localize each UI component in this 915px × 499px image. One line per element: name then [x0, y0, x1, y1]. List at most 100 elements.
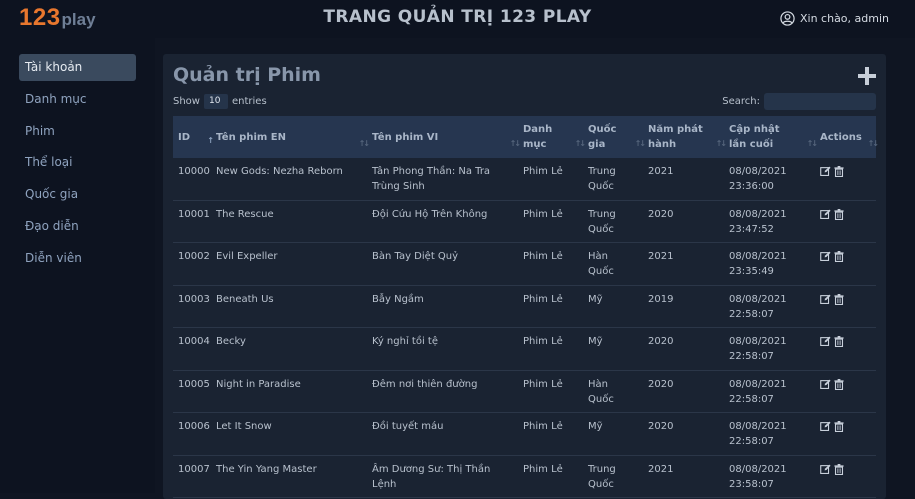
- cell-id: 10005: [178, 378, 210, 390]
- cell-updated: 08/08/2021 22:58:07: [729, 293, 787, 320]
- edit-icon[interactable]: [820, 336, 831, 347]
- cell-updated: 08/08/2021 23:47:52: [729, 208, 787, 235]
- sidebar-item-accounts[interactable]: Tài khoản: [19, 54, 136, 81]
- movies-table: ID ↑ Tên phim EN ↑↓ Tên phim VI ↑↓ Danh mục…: [173, 116, 879, 498]
- page-title: Quản trị Phim: [173, 64, 321, 86]
- sidebar-item-directors[interactable]: Đạo diễn: [19, 213, 136, 240]
- user-menu[interactable]: Xin chào, admin: [780, 11, 889, 26]
- col-header-name-vi[interactable]: Tên phim VI ↑↓: [367, 116, 523, 158]
- cell-country: Hàn Quốc: [588, 251, 614, 277]
- sidebar-item-movies[interactable]: Phim: [19, 118, 136, 145]
- cell-name-vi: Bẫy Ngầm: [372, 293, 424, 305]
- cell-year: 2020: [648, 336, 674, 347]
- cell-year: 2019: [648, 293, 674, 305]
- cell-country: Mỹ: [588, 293, 603, 305]
- page-heading: TRANG QUẢN TRỊ 123 PLAY: [323, 7, 592, 27]
- trash-icon[interactable]: [834, 208, 844, 220]
- cell-name-en: Let It Snow: [216, 421, 272, 432]
- trash-icon[interactable]: [834, 378, 844, 390]
- cell-country: Trung Quốc: [588, 166, 616, 192]
- cell-name-en: Becky: [216, 336, 246, 347]
- sort-icon: ↑↓: [867, 139, 879, 148]
- cell-year: 2020: [648, 421, 674, 432]
- cell-actions: [820, 293, 844, 305]
- col-header-name-en[interactable]: Tên phim EN ↑↓: [211, 116, 372, 158]
- table-row: 10005 Night in Paradise Đêm nơi thiên đườn…: [173, 371, 876, 413]
- trash-icon[interactable]: [834, 463, 844, 475]
- user-circle-icon: [780, 11, 795, 26]
- cell-name-vi: Ký nghỉ tồi tệ: [372, 336, 438, 347]
- cell-name-en: New Gods: Nezha Reborn: [216, 166, 343, 177]
- col-header-actions: Actions ↑↓: [815, 116, 881, 158]
- trash-icon[interactable]: [834, 251, 844, 262]
- cell-name-vi: Đêm nơi thiên đường: [372, 378, 478, 390]
- cell-actions: [820, 378, 844, 390]
- cell-id: 10002: [178, 251, 210, 262]
- cell-id: 10006: [178, 421, 210, 432]
- plus-icon[interactable]: [858, 67, 876, 85]
- cell-id: 10004: [178, 336, 210, 347]
- page-length-select[interactable]: 10: [203, 94, 228, 109]
- cell-name-en: The Yin Yang Master: [216, 463, 317, 475]
- cell-category: Phim Lẻ: [523, 421, 563, 432]
- col-header-updated[interactable]: Cập nhật lần cuối ↑↓: [724, 116, 820, 158]
- edit-icon[interactable]: [820, 251, 831, 262]
- edit-icon[interactable]: [820, 421, 831, 432]
- col-header-year[interactable]: Năm phát hành ↑↓: [643, 116, 729, 158]
- cell-updated: 08/08/2021 23:58:07: [729, 463, 787, 490]
- table-row: 10000 New Gods: Nezha Reborn Tân Phong Thầ…: [173, 158, 876, 201]
- sidebar-item-categories[interactable]: Danh mục: [19, 86, 136, 113]
- cell-updated: 08/08/2021 22:58:07: [729, 378, 787, 405]
- table-row: 10004 Becky Ký nghỉ tồi tệ Phim Lẻ Mỹ 2020 08/…: [173, 328, 876, 371]
- col-header-category[interactable]: Danh mục ↑↓: [518, 116, 588, 158]
- cell-name-vi: Tân Phong Thần: Na Tra Trùng Sinh: [372, 166, 491, 192]
- table-row: 10002 Evil Expeller Bàn Tay Diệt Quỷ Phim L…: [173, 243, 876, 286]
- cell-category: Phim Lẻ: [523, 336, 563, 347]
- cell-name-en: Beneath Us: [216, 293, 274, 305]
- sidebar-item-countries[interactable]: Quốc gia: [19, 181, 136, 208]
- cell-actions: [820, 208, 844, 220]
- cell-name-vi: Đội Cứu Hộ Trên Không: [372, 208, 488, 220]
- trash-icon[interactable]: [834, 421, 844, 432]
- cell-id: 10001: [178, 208, 210, 220]
- cell-name-en: The Rescue: [216, 208, 274, 220]
- cell-actions: [820, 166, 844, 177]
- sidebar-item-actors[interactable]: Diễn viên: [19, 245, 136, 272]
- cell-country: Trung Quốc: [588, 208, 616, 235]
- col-header-country[interactable]: Quốc gia ↑↓: [583, 116, 648, 158]
- edit-icon[interactable]: [820, 166, 831, 177]
- cell-category: Phim Lẻ: [523, 251, 563, 262]
- cell-year: 2020: [648, 378, 674, 390]
- cell-actions: [820, 336, 844, 347]
- cell-year: 2021: [648, 166, 674, 177]
- cell-updated: 08/08/2021 23:36:00: [729, 166, 787, 192]
- cell-category: Phim Lẻ: [523, 293, 563, 305]
- edit-icon[interactable]: [820, 379, 831, 390]
- edit-icon[interactable]: [820, 209, 831, 220]
- cell-updated: 08/08/2021 23:35:49: [729, 251, 787, 277]
- trash-icon[interactable]: [834, 166, 844, 177]
- sidebar: Tài khoản Danh mục Phim Thể loại Quốc gi…: [0, 38, 155, 493]
- top-bar: 123 play TRANG QUẢN TRỊ 123 PLAY Xin chà…: [0, 0, 915, 38]
- edit-icon[interactable]: [820, 294, 831, 305]
- cell-year: 2020: [648, 208, 674, 220]
- trash-icon[interactable]: [834, 336, 844, 347]
- cell-category: Phim Lẻ: [523, 166, 563, 177]
- cell-country: Hàn Quốc: [588, 378, 614, 405]
- cell-category: Phim Lẻ: [523, 378, 563, 390]
- user-greeting: Xin chào, admin: [799, 12, 889, 25]
- trash-icon[interactable]: [834, 293, 844, 305]
- table-row: 10006 Let It Snow Đồi tuyết máu Phim Lẻ Mỹ 20…: [173, 413, 876, 456]
- col-header-id[interactable]: ID ↑: [173, 116, 216, 158]
- table-row: 10003 Beneath Us Bẫy Ngầm Phim Lẻ Mỹ 2019 08/0…: [173, 286, 876, 328]
- cell-updated: 08/08/2021 22:58:07: [729, 336, 787, 362]
- table-body: 10000 New Gods: Nezha Reborn Tân Phong Thầ…: [173, 158, 876, 498]
- cell-name-vi: Đồi tuyết máu: [372, 421, 444, 432]
- table-header: ID ↑ Tên phim EN ↑↓ Tên phim VI ↑↓ Danh mục…: [173, 116, 879, 158]
- cell-actions: [820, 421, 844, 432]
- cell-id: 10007: [178, 463, 210, 475]
- page-length-control: Show 10 entries: [173, 94, 267, 109]
- edit-icon[interactable]: [820, 464, 831, 475]
- search-input[interactable]: [764, 93, 876, 110]
- sidebar-item-genres[interactable]: Thể loại: [19, 149, 136, 176]
